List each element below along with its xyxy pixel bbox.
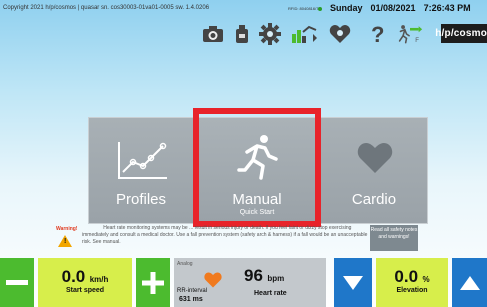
gear-icon[interactable]	[257, 22, 283, 46]
speed-caption: Start speed	[65, 287, 105, 294]
heart-settings-icon[interactable]	[327, 22, 353, 46]
elevation-value: 0.0	[394, 267, 419, 286]
cardio-tile[interactable]: Cardio	[320, 117, 428, 224]
elevation-unit: %	[422, 275, 430, 284]
heart-rate-value-row: 96 bpm	[244, 266, 284, 286]
rr-value: 631	[179, 296, 191, 303]
heart-icon	[357, 143, 393, 173]
elevation-caption: Elevation	[396, 287, 428, 294]
copyright-text: Copyright 2021 h/p/cosmos | quasar sn. c…	[3, 5, 210, 11]
warning-notice: Warning! ! Warning! Heart rate monitorin…	[56, 225, 374, 253]
triangle-up-icon	[459, 275, 480, 290]
elevation-decrease-button[interactable]	[334, 258, 372, 307]
rr-interval-label: RR-interval	[177, 288, 208, 294]
speed-display: 0.0 km/h Start speed	[38, 258, 132, 307]
profiles-tile[interactable]: Profiles	[88, 117, 194, 224]
rr-interval-value: 631 ms	[179, 296, 203, 303]
manual-label: Manual	[232, 191, 282, 208]
svg-text:?: ?	[371, 23, 384, 45]
elevation-display: 0.0 % Elevation	[376, 258, 448, 307]
rfid-status: RFID: 8040816/7	[288, 6, 319, 11]
rfid-indicator-icon	[318, 7, 322, 11]
hr-mode-label: Analog	[177, 261, 193, 267]
heart-rate-unit: bpm	[267, 274, 285, 283]
svg-text:F: F	[415, 38, 419, 44]
safety-notes-button[interactable]: Read all safety notes and warnings!	[370, 225, 418, 251]
minus-icon	[6, 279, 28, 285]
brand-logo: h/p/cosmos	[435, 24, 487, 43]
elevation-increase-button[interactable]	[452, 258, 487, 307]
speed-value: 0.0	[61, 267, 86, 286]
profiles-chart-icon	[118, 142, 167, 179]
triangle-down-icon	[343, 275, 363, 290]
plus-icon	[142, 271, 164, 294]
speed-unit: km/h	[89, 275, 109, 284]
chart-icon[interactable]	[291, 22, 317, 46]
bottle-icon[interactable]	[229, 22, 255, 46]
heart-rate-value: 96	[244, 266, 263, 285]
profiles-label: Profiles	[115, 191, 167, 208]
day-label: Sunday	[330, 3, 363, 13]
manual-sublabel: Quick Start	[239, 209, 275, 216]
status-bar: Copyright 2021 h/p/cosmos | quasar sn. c…	[0, 0, 487, 17]
help-icon[interactable]: ?	[365, 22, 391, 46]
cardio-label: Cardio	[351, 191, 397, 208]
heart-rate-caption: Heart rate	[254, 290, 287, 297]
heart-rate-icon	[204, 272, 222, 288]
warning-body: Heart rate monitoring systems may be ...…	[82, 225, 368, 245]
heart-rate-display: Analog RR-interval 631 ms 96 bpm Heart r…	[174, 258, 326, 307]
time-label: 7:26:43 PM	[423, 3, 471, 13]
warning-exclamation-icon: !	[64, 238, 67, 245]
date-time: Sunday 01/08/2021 7:26:43 PM	[330, 3, 479, 13]
warning-label: Warning!	[56, 226, 78, 232]
warning-text: Warning! Heart rate monitoring systems m…	[82, 225, 372, 246]
manual-tile[interactable]: Manual Quick Start	[196, 117, 318, 224]
runner-icon	[237, 135, 278, 180]
runner-flag-icon[interactable]: F	[397, 22, 423, 46]
speed-increase-button[interactable]	[136, 258, 170, 307]
speed-decrease-button[interactable]	[0, 258, 34, 307]
rr-unit: ms	[192, 296, 203, 303]
camera-icon[interactable]	[200, 22, 226, 46]
date-label: 01/08/2021	[370, 3, 416, 13]
